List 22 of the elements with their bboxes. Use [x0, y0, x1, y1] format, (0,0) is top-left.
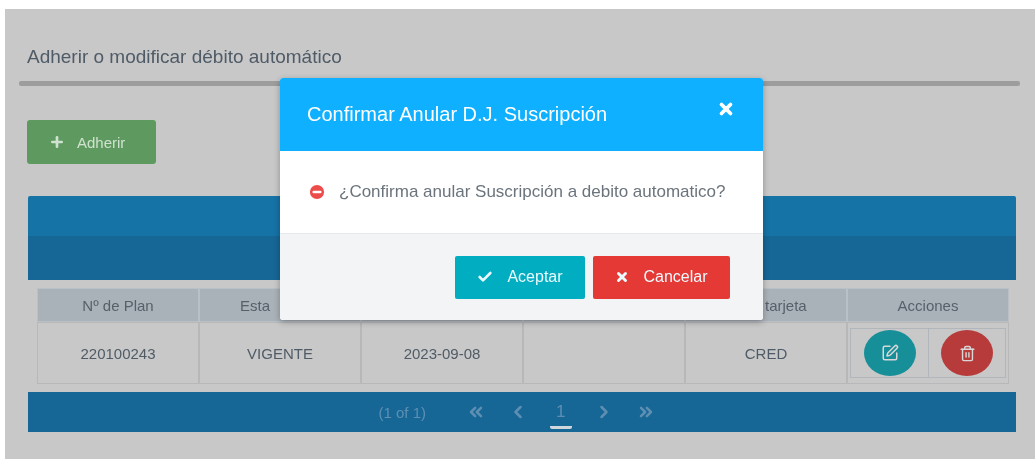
- trash-icon: [958, 344, 976, 362]
- table-cell: 2023-09-08: [361, 322, 523, 384]
- page-link[interactable]: 1: [550, 401, 572, 429]
- cancel-button[interactable]: Cancelar: [593, 255, 730, 299]
- edit-icon: [880, 344, 899, 362]
- dialog-message: ¿Confirma anular Suscripción a debito automatico?: [339, 182, 726, 202]
- plus-icon: [49, 134, 65, 150]
- close-icon: [615, 270, 630, 284]
- delete-button[interactable]: [941, 330, 993, 376]
- minus-circle-icon: [307, 182, 327, 202]
- table-cell: 220100243: [37, 322, 199, 384]
- add-button[interactable]: Adherir: [27, 120, 156, 164]
- column-header: Acciones: [847, 288, 1009, 322]
- edit-button[interactable]: [863, 330, 916, 376]
- page-title: Adherir o modificar débito automático: [27, 45, 343, 69]
- dialog-title: Confirmar Anular D.J. Suscripción: [307, 103, 608, 126]
- column-header: Nº de Plan: [37, 288, 199, 322]
- check-icon: [477, 269, 494, 285]
- accept-button[interactable]: Aceptar: [455, 255, 585, 299]
- page-summary: (1 of 1): [378, 403, 427, 421]
- table-cell: CRED: [685, 322, 847, 384]
- table-cell: VIGENTE: [199, 322, 361, 384]
